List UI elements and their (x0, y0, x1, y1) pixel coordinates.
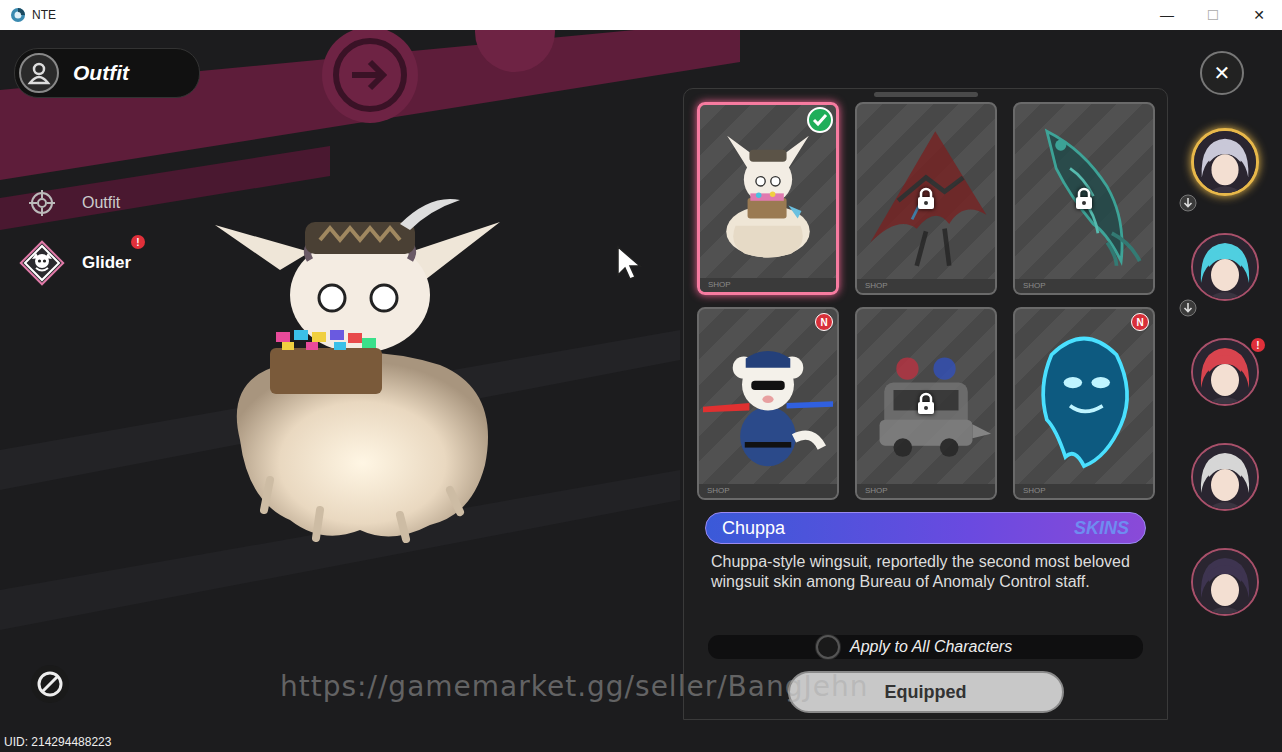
minimize-button[interactable]: — (1144, 0, 1190, 30)
maximize-button[interactable]: ☐ (1190, 0, 1236, 30)
lock-icon (1072, 186, 1096, 210)
panel-handle (874, 92, 978, 97)
person-icon (26, 60, 52, 86)
mouse-cursor-icon (615, 245, 645, 281)
alert-badge: ! (1251, 338, 1265, 352)
character-face-icon (1193, 550, 1257, 614)
hide-ui-button[interactable] (31, 665, 69, 703)
profile-icon-holder (19, 53, 59, 93)
character-face-icon (1194, 130, 1256, 194)
toggle-circle (816, 635, 840, 659)
side-menu: Outfit Glider! (14, 188, 210, 287)
glider-icon (18, 239, 66, 287)
skin-name: Chuppa (722, 518, 785, 539)
menu-item[interactable]: Glider! (14, 239, 164, 287)
car-skin-icon (861, 314, 991, 479)
crosshair-icon (28, 189, 56, 217)
character-sidebar: ✕! (1168, 30, 1282, 752)
icon-slot (14, 239, 70, 287)
character-portrait (1191, 338, 1259, 406)
card-tag: SHOP (707, 486, 730, 496)
card-tag: SHOP (865, 281, 888, 291)
apply-all-label: Apply to All Characters (850, 638, 1012, 656)
glider-character-preview (210, 180, 510, 570)
character-slot[interactable] (1191, 233, 1259, 301)
character-portrait (1191, 443, 1259, 511)
skin-card[interactable]: SHOP (697, 102, 839, 295)
skin-grid: SHOP SHOP SHOP SHOP N SHOP SHOP N (697, 102, 1154, 500)
character-slot[interactable]: ! (1191, 338, 1259, 406)
download-icon (1179, 299, 1197, 317)
window-title: NTE (32, 8, 56, 22)
police-skin-icon (703, 314, 833, 479)
download-icon (1179, 194, 1197, 212)
skin-art-area (857, 309, 995, 484)
character-slot[interactable] (1191, 548, 1259, 616)
card-tag: SHOP (1023, 486, 1046, 496)
lock-icon (914, 186, 938, 210)
menu-label: Glider (82, 253, 131, 273)
skin-art-area (1015, 309, 1153, 484)
alert-badge: ! (131, 235, 145, 249)
menu-label: Outfit (82, 194, 120, 212)
skin-art-area (699, 309, 837, 484)
ghost-skin-icon (1019, 314, 1149, 479)
skin-category: SKINS (1074, 518, 1129, 539)
window-controls: —☐✕ (1144, 0, 1282, 30)
icon-slot (14, 188, 70, 218)
no-symbol-icon (35, 669, 65, 699)
preview-stage (210, 30, 683, 752)
equip-button[interactable]: Equipped (788, 671, 1064, 713)
skin-card[interactable]: SHOP (1013, 102, 1155, 295)
close-window-button[interactable]: ✕ (1236, 0, 1282, 30)
kite-skin-icon (861, 109, 991, 274)
skin-card[interactable]: SHOP (855, 307, 997, 500)
uid-label: UID: 214294488223 (4, 734, 210, 750)
character-portrait (1191, 548, 1259, 616)
skin-card[interactable]: SHOP N (697, 307, 839, 500)
new-badge: N (1131, 313, 1149, 331)
header-pill: Outfit (14, 48, 200, 98)
new-badge: N (815, 313, 833, 331)
card-footer: SHOP (1015, 484, 1153, 498)
card-footer: SHOP (857, 279, 995, 293)
game-screen: Outfit Outfit Glider! UID: 214294488223 SHOP… (0, 30, 1282, 752)
lock-icon (914, 391, 938, 415)
fish-skin-icon (1019, 109, 1149, 274)
header-title: Outfit (73, 61, 129, 85)
title-bar: NTE —☐✕ (0, 0, 1282, 30)
card-tag: SHOP (1023, 281, 1046, 291)
skin-art-area (857, 104, 995, 279)
close-button[interactable]: ✕ (1200, 51, 1244, 95)
character-slot[interactable] (1191, 128, 1259, 196)
skin-card[interactable]: SHOP N (1013, 307, 1155, 500)
skin-description: Chuppa-style wingsuit, reportedly the se… (697, 552, 1154, 592)
check-icon (807, 107, 833, 133)
character-face-icon (1193, 445, 1257, 509)
chuppa-skin-icon (703, 109, 833, 274)
apply-all-toggle[interactable]: Apply to All Characters (708, 635, 1143, 659)
skin-card[interactable]: SHOP (855, 102, 997, 295)
character-face-icon (1193, 235, 1257, 299)
card-tag: SHOP (865, 486, 888, 496)
spacer (14, 287, 210, 665)
character-portrait (1191, 128, 1259, 196)
character-portrait (1191, 233, 1259, 301)
skin-name-bar: Chuppa SKINS (705, 512, 1146, 544)
skin-panel: SHOPSHOPSHOPSHOPNSHOPSHOPNChuppaSKINSChu… (683, 88, 1168, 720)
card-footer: SHOP (699, 484, 837, 498)
character-slot[interactable] (1191, 443, 1259, 511)
menu-item[interactable]: Outfit (14, 188, 164, 218)
app-icon (10, 7, 26, 23)
card-footer: SHOP (1015, 279, 1153, 293)
left-nav: Outfit Outfit Glider! UID: 214294488223 (0, 30, 210, 752)
card-footer: SHOP (857, 484, 995, 498)
equip-button-label: Equipped (885, 682, 967, 703)
character-face-icon (1193, 340, 1257, 404)
skin-art-area (1015, 104, 1153, 279)
card-footer: SHOP (700, 278, 836, 292)
card-tag: SHOP (708, 280, 731, 290)
